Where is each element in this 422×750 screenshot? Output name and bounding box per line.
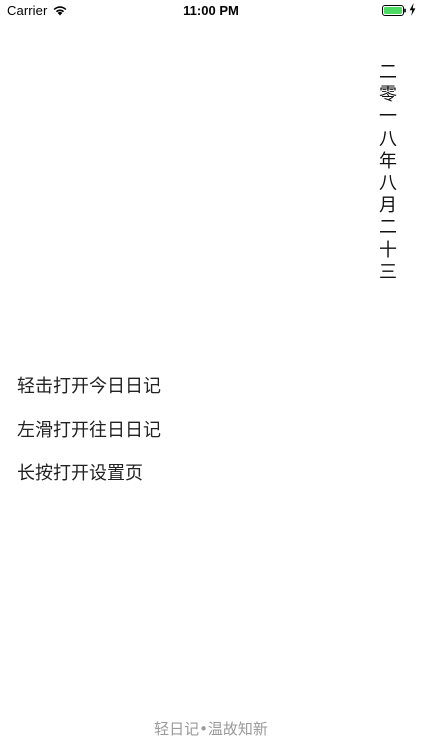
app-tagline: 轻日记•温故知新 — [154, 720, 268, 738]
date-char: 月 — [379, 195, 397, 217]
date-char: 十 — [379, 239, 397, 261]
date-char: 一 — [379, 106, 397, 128]
date-char: 八 — [379, 173, 397, 195]
battery-icon — [382, 5, 406, 16]
instruction-list: 轻击打开今日日记 左滑打开往日日记 长按打开设置页 — [17, 375, 161, 506]
date-char: 二 — [379, 217, 397, 239]
date-char: 年 — [379, 150, 397, 172]
date-char: 八 — [379, 128, 397, 150]
date-char: 二 — [379, 62, 397, 83]
status-time: 11:00 PM — [183, 3, 239, 18]
instruction-tap-today: 轻击打开今日日记 — [17, 376, 161, 397]
date-char: 三 — [379, 261, 397, 283]
instruction-swipe-past: 左滑打开往日日记 — [17, 419, 161, 441]
instruction-long-press-settings: 长按打开设置页 — [17, 463, 143, 484]
charging-bolt-icon — [409, 3, 416, 16]
vertical-date: 二 零 一 八 年 八 月 二 十 三 — [375, 62, 401, 284]
date-char: 零 — [379, 84, 397, 106]
status-bar: Carrier 11:00 PM — [0, 0, 422, 22]
